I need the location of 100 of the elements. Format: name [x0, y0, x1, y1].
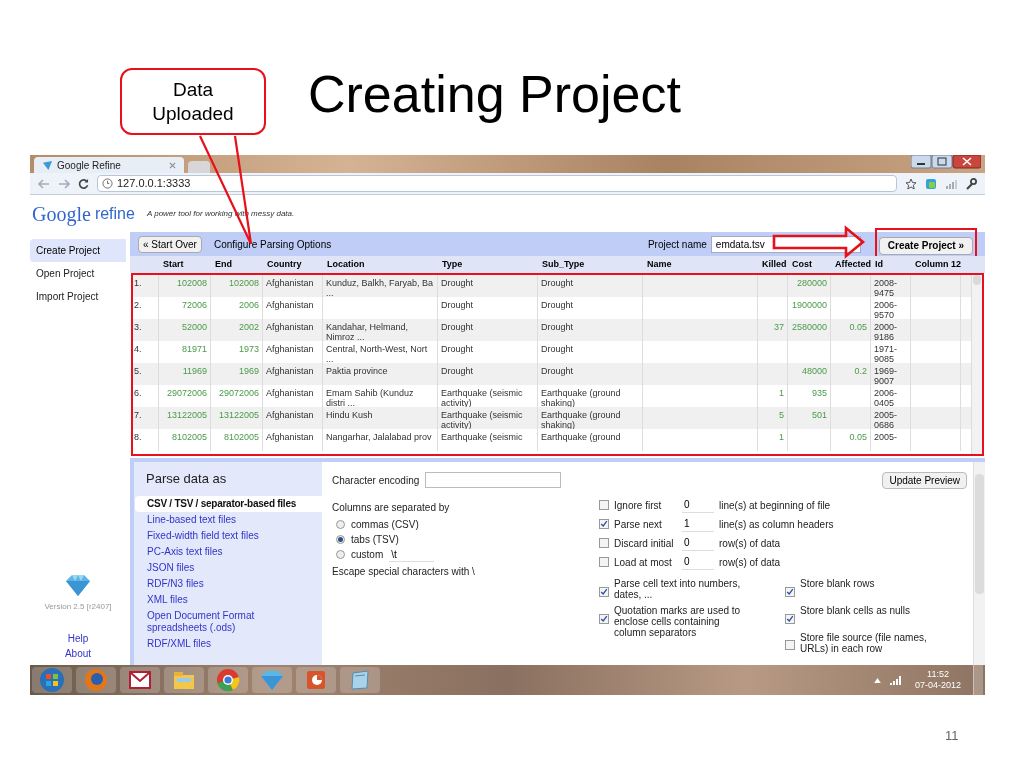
format-option[interactable]: CSV / TSV / separator-based files — [135, 495, 322, 512]
clock-date: 07-04-2012 — [914, 680, 961, 691]
close-icon[interactable] — [169, 161, 176, 169]
option-label: row(s) of data — [719, 555, 781, 570]
column-header[interactable]: Column 12 — [911, 256, 961, 273]
tab-title: Google Refine — [57, 158, 122, 173]
column-header[interactable]: Killed — [758, 256, 788, 273]
diamond-icon — [63, 573, 93, 597]
column-header[interactable]: Affected — [831, 256, 871, 273]
table-cell: 1 — [758, 429, 788, 451]
column-header[interactable]: Name — [643, 256, 758, 273]
option-label: line(s) at beginning of file — [719, 498, 831, 513]
checkbox[interactable] — [599, 587, 609, 597]
scrollbar[interactable] — [971, 275, 982, 454]
signal-icon[interactable] — [888, 675, 903, 685]
option-label: line(s) as column headers — [719, 517, 834, 532]
table-cell: Afghanistan — [263, 429, 323, 451]
column-header[interactable]: Location — [323, 256, 438, 273]
number-field[interactable]: 0 — [682, 497, 714, 513]
column-header[interactable]: Sub_Type — [538, 256, 643, 273]
wheel-icon[interactable] — [208, 667, 248, 693]
sidebar-item[interactable]: Import Project — [30, 285, 126, 308]
checkbox[interactable] — [599, 557, 609, 567]
format-option[interactable]: RDF/XML files — [135, 635, 322, 652]
diamond-icon — [42, 159, 53, 171]
browser-tab[interactable]: Google Refine — [34, 157, 184, 173]
start-over-button[interactable]: « Start Over — [138, 235, 202, 253]
panel-heading: Parse data as — [145, 470, 228, 488]
table-cell: 0.05 — [831, 429, 871, 451]
format-option[interactable]: Open Document Format spreadsheets (.ods) — [135, 607, 322, 636]
notepad-icon[interactable] — [340, 667, 380, 693]
option-label: Load at most — [614, 555, 673, 570]
column-header[interactable]: Country — [263, 256, 323, 273]
star-icon[interactable] — [905, 177, 917, 190]
table-cell: 2005- — [871, 429, 911, 451]
radio-button[interactable] — [336, 520, 345, 529]
row-number: 8. — [133, 429, 159, 451]
column-header[interactable]: Type — [438, 256, 538, 273]
column-header[interactable]: Id — [871, 256, 911, 273]
format-option[interactable]: JSON files — [135, 559, 322, 576]
window-controls[interactable] — [911, 155, 981, 169]
option-label: Parse next — [614, 517, 663, 532]
sidebar-item[interactable]: Create Project — [30, 239, 126, 262]
callout: Data Uploaded — [120, 68, 266, 135]
format-option[interactable]: Fixed-width field text files — [135, 527, 322, 544]
option-label: Store file source (file names, URLs) in each row — [800, 632, 928, 654]
checkbox[interactable] — [599, 519, 609, 529]
update-preview-button[interactable]: Update Preview — [882, 472, 967, 489]
back-icon[interactable] — [38, 178, 50, 189]
create-project-button[interactable]: Create Project » — [878, 236, 973, 255]
table-cell: Earthquake (seismic — [438, 429, 538, 451]
checkbox[interactable] — [785, 614, 795, 624]
format-option[interactable]: RDF/N3 files — [135, 575, 322, 592]
checkbox[interactable] — [785, 587, 795, 597]
option-label: Escape special characters with \ — [332, 565, 476, 579]
slides-icon[interactable] — [296, 667, 336, 693]
new-tab-button[interactable] — [188, 161, 210, 173]
version-label: Version 2.5 [r2407] — [43, 601, 113, 613]
product-name: refine — [94, 203, 135, 224]
scrollbar[interactable] — [973, 462, 985, 665]
separator-field[interactable]: \t — [389, 547, 435, 562]
number-field[interactable]: 1 — [682, 516, 714, 532]
section-label: Columns are separated by — [332, 501, 451, 515]
envelope-icon[interactable] — [120, 667, 160, 693]
option-label: Ignore first — [614, 498, 663, 513]
format-option[interactable]: XML files — [135, 591, 322, 608]
link[interactable]: About — [30, 646, 126, 661]
checkbox[interactable] — [599, 500, 609, 510]
option-label: row(s) of data — [719, 536, 781, 551]
column-header[interactable]: Cost — [788, 256, 831, 273]
bars-icon[interactable] — [945, 177, 957, 190]
format-option[interactable]: Line-based text files — [135, 511, 322, 528]
radio-button[interactable] — [336, 550, 345, 559]
number-field[interactable]: 0 — [682, 554, 714, 570]
wrench-icon[interactable] — [965, 177, 977, 190]
number-field[interactable]: 0 — [682, 535, 714, 551]
column-header[interactable]: End — [211, 256, 263, 273]
reload-icon[interactable] — [78, 178, 89, 189]
toolbar-heading: Configure Parsing Options — [213, 237, 332, 252]
option-label: Store blank rows — [800, 578, 876, 589]
checkbox[interactable] — [599, 614, 609, 624]
table-cell: 8102005 — [211, 429, 263, 451]
tray-arrow-icon[interactable] — [873, 677, 881, 683]
clock-time: 11:52 — [927, 669, 949, 680]
page-number: 11 — [945, 727, 959, 745]
format-option[interactable]: PC-Axis text files — [135, 543, 322, 560]
checkbox[interactable] — [785, 640, 795, 650]
forward-icon[interactable] — [58, 178, 70, 189]
extension-icon[interactable] — [925, 177, 937, 190]
sidebar-item[interactable]: Open Project — [30, 262, 126, 285]
option-label: Discard initial — [614, 536, 675, 551]
option-label: Store blank cells as nulls — [800, 605, 912, 616]
encoding-field[interactable] — [425, 472, 562, 488]
checkbox[interactable] — [599, 538, 609, 548]
column-header[interactable]: Start — [159, 256, 211, 273]
table-cell: Earthquake (ground — [538, 429, 643, 451]
start-button[interactable] — [32, 667, 72, 693]
radio-button[interactable] — [336, 535, 345, 544]
link[interactable]: Help — [30, 631, 126, 646]
address-field[interactable]: 127.0.0.1:3333 — [97, 175, 897, 192]
